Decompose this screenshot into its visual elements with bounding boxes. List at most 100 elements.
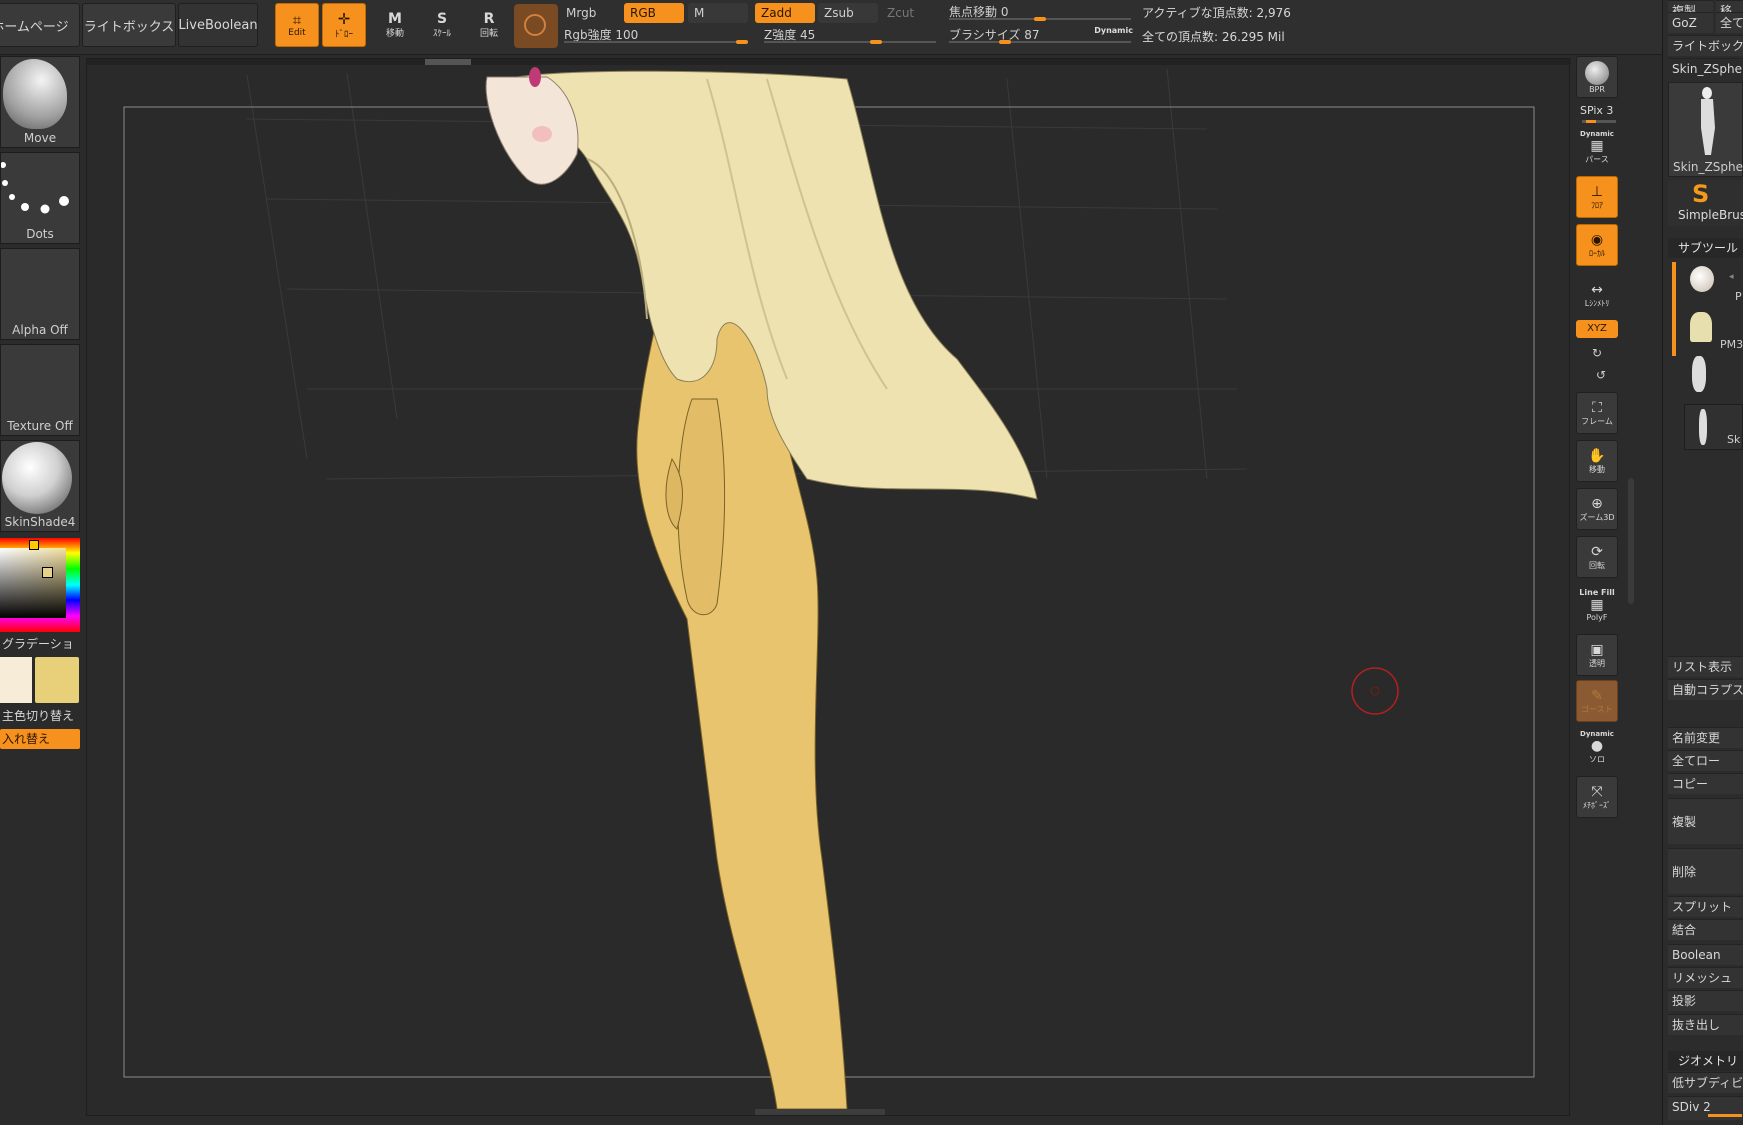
subtool-visibility-1[interactable]: ◂	[1729, 272, 1734, 282]
move-brush-icon	[3, 59, 67, 129]
ghost-button[interactable]: ✎ ゴースト	[1576, 680, 1618, 722]
main-color-swatch[interactable]	[0, 657, 32, 703]
skinshade-sphere-icon	[2, 442, 72, 514]
perspective-button[interactable]: Dynamic ▦ パース	[1576, 126, 1618, 168]
rename-button[interactable]: 名前変更	[1668, 727, 1743, 748]
remesh-button[interactable]: リメッシュ	[1668, 967, 1743, 988]
simple-brush-icon: S	[1692, 180, 1710, 208]
bpr-button[interactable]: BPR	[1576, 56, 1618, 98]
alpha-selector[interactable]: Alpha Off	[0, 248, 80, 340]
subtool-item-3[interactable]	[1680, 354, 1743, 398]
symmetry-button[interactable]: ↔ Lｼﾝﾒﾄﾘ	[1576, 274, 1618, 316]
floor-button[interactable]: ⊥ ﾌﾛｱ	[1576, 176, 1618, 218]
material-selector[interactable]: SkinShade4	[0, 440, 80, 532]
sdiv-track	[1708, 1114, 1742, 1117]
simple-brush-tool[interactable]: S SimpleBrush	[1668, 180, 1743, 226]
current-tool-name: Skin_ZSphere	[1668, 58, 1743, 79]
zsub-toggle[interactable]: Zsub	[818, 3, 878, 23]
texture-selector[interactable]: Texture Off	[0, 344, 80, 436]
xpose-button[interactable]: ⤧ ﾒﾁﾎﾞｰｽﾞ	[1576, 776, 1618, 818]
lightbox-tab[interactable]: ライトボックス	[82, 3, 176, 47]
mrgb-toggle[interactable]: Mrgb	[560, 3, 620, 23]
exchange-button[interactable]: 入れ替え	[0, 729, 80, 749]
extract-button[interactable]: 抜き出し	[1668, 1014, 1743, 1035]
lightbox-tool-button[interactable]: ライトボックス	[1668, 35, 1743, 56]
project-button[interactable]: 投影	[1668, 990, 1743, 1011]
subtool-scroll-indicator[interactable]	[1672, 262, 1676, 356]
spix-slider[interactable]: SPix 3	[1580, 104, 1613, 117]
lower-subdiv-button[interactable]: 低サブディビ	[1668, 1072, 1743, 1093]
color-marker[interactable]	[42, 567, 53, 578]
tool-thumbnail[interactable]: Skin_ZSphere	[1668, 82, 1743, 177]
viewport-bottom-handle[interactable]	[755, 1109, 885, 1115]
brush-selector[interactable]: Move	[0, 56, 80, 148]
saturation-square[interactable]	[0, 548, 66, 618]
boolean-button[interactable]: Boolean	[1668, 944, 1743, 965]
secondary-color-swatch[interactable]	[35, 657, 79, 703]
merge-button[interactable]: 結合	[1668, 919, 1743, 940]
ghost-icon: ✎	[1591, 687, 1603, 704]
hand-icon: ✋	[1588, 447, 1606, 464]
brush-size-slider[interactable]: ブラシサイズ 87 Dynamic	[945, 25, 1135, 45]
grid-icon: ▦	[1590, 137, 1604, 154]
xyz-button[interactable]: XYZ	[1576, 320, 1618, 338]
z-intensity-slider[interactable]: Z強度 45	[760, 25, 940, 45]
hue-marker[interactable]	[29, 540, 39, 550]
m-toggle[interactable]: M	[688, 3, 748, 23]
zoom3d-button[interactable]: ⊕ ズーム3D	[1576, 488, 1618, 530]
all-low-button[interactable]: 全てロー	[1668, 750, 1743, 771]
rgb-toggle[interactable]: RGB	[624, 3, 684, 23]
local-button[interactable]: ◉ ﾛｰｶﾙ	[1576, 224, 1618, 266]
frame-button[interactable]: ⛶ フレーム	[1576, 392, 1618, 434]
zadd-toggle[interactable]: Zadd	[755, 3, 815, 23]
scale-mode-button[interactable]: S ｽｹｰﾙ	[422, 5, 462, 45]
shelf-scrollbar[interactable]	[1628, 478, 1634, 604]
transparency-button[interactable]: ▣ 透明	[1576, 634, 1618, 676]
rotate-view-icon: ⟳	[1591, 543, 1603, 560]
copy-button[interactable]: コピー	[1668, 773, 1743, 794]
rotate-view-button[interactable]: ⟳ 回転	[1576, 536, 1618, 578]
goz-button[interactable]: GoZ	[1668, 12, 1713, 33]
all-button[interactable]: 全て	[1716, 12, 1743, 33]
focal-shift-slider[interactable]: 焦点移動 0	[945, 2, 1135, 22]
total-points-readout: 全ての頂点数: 26.295 Mil	[1142, 30, 1285, 44]
rgb-intensity-slider[interactable]: Rgb強度 100	[560, 25, 752, 45]
liveboolean-button[interactable]: LiveBoolean	[178, 3, 258, 47]
subtool-item-2[interactable]: PM3	[1680, 308, 1743, 352]
viewport-canvas[interactable]	[86, 58, 1571, 1116]
edit-icon: ⌗	[292, 11, 302, 29]
move-mode-button[interactable]: M 移動	[375, 5, 415, 45]
zcut-toggle[interactable]: Zcut	[881, 3, 941, 23]
geometry-header[interactable]: ジオメトリ	[1668, 1051, 1743, 1071]
polyframe-button[interactable]: Line Fill ▦ PolyF	[1576, 584, 1618, 626]
edit-button[interactable]: ⌗ Edit	[275, 3, 319, 47]
subtool-item-1[interactable]: P	[1680, 262, 1743, 306]
skin-thumb-icon	[1699, 409, 1707, 445]
dynamic-label[interactable]: Dynamic	[1094, 21, 1133, 41]
transparency-icon: ▣	[1590, 641, 1604, 658]
subtool-header[interactable]: サブツール	[1668, 238, 1743, 258]
rotate-y-icon[interactable]: ↻	[1592, 346, 1602, 360]
draw-button[interactable]: ✛ ﾄﾞﾛｰ	[322, 3, 366, 47]
swap-main-color-button[interactable]: 主色切り替え	[0, 706, 80, 726]
homepage-tab[interactable]: ホームページ	[0, 3, 80, 47]
rotate-mode-button[interactable]: R 回転	[469, 5, 509, 45]
delete-button[interactable]: 削除	[1668, 848, 1743, 894]
rotate-z-icon[interactable]: ↺	[1596, 368, 1606, 382]
top-toolbar: ホームページ ライトボックス LiveBoolean ⌗ Edit ✛ ﾄﾞﾛｰ…	[0, 0, 1743, 55]
material-button[interactable]	[514, 4, 558, 48]
sdiv-slider[interactable]: SDiv 2	[1668, 1096, 1743, 1120]
move-icon: M	[388, 10, 402, 27]
duplicate-button[interactable]: 複製	[1668, 798, 1743, 844]
solo-button[interactable]: Dynamic ● ソロ	[1576, 726, 1618, 768]
auto-collapse-button[interactable]: 自動コラプス	[1668, 679, 1743, 700]
move-view-button[interactable]: ✋ 移動	[1576, 440, 1618, 482]
color-picker[interactable]	[0, 538, 80, 632]
gradient-button[interactable]: グラデーション	[0, 634, 80, 671]
list-view-button[interactable]: リスト表示	[1668, 656, 1743, 677]
stroke-selector[interactable]: Dots	[0, 152, 80, 244]
bpr-sphere-icon	[1585, 60, 1609, 85]
draw-icon: ✛	[337, 9, 351, 28]
split-button[interactable]: スプリット	[1668, 896, 1743, 917]
subtool-item-4[interactable]: Sk	[1684, 404, 1743, 450]
